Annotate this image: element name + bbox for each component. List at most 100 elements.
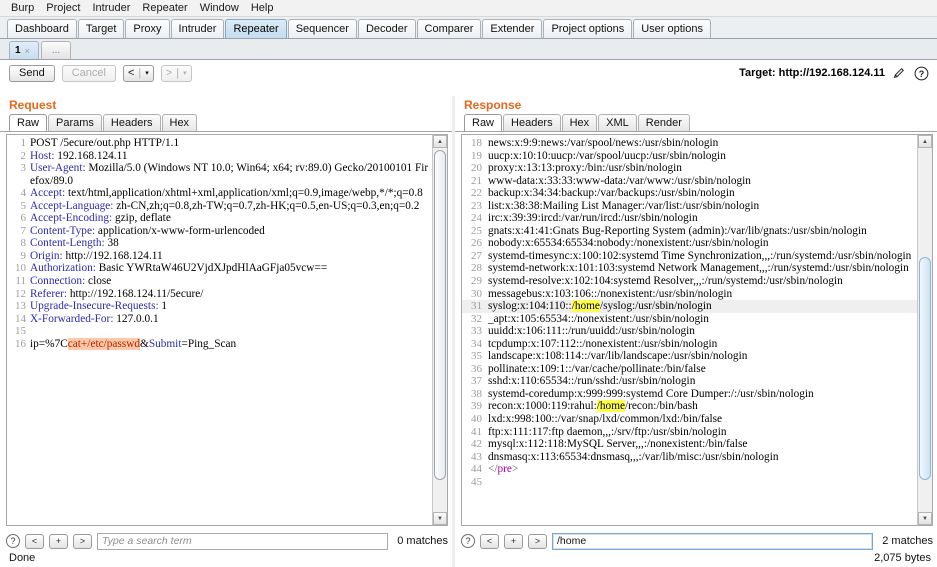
- line-text: ftp:x:111:117:ftp daemon,,,:/srv/ftp:/us…: [488, 426, 917, 439]
- tab-user-options[interactable]: User options: [633, 19, 711, 38]
- text-segment: POST /5ecure/out.php HTTP/1.1: [30, 137, 180, 149]
- editor-line: 21 www-data:x:33:33:www-data:/var/www:/us…: [462, 175, 917, 188]
- request-title: Request: [9, 98, 57, 112]
- text-segment: backup:x:34:34:backup:/var/backups:/usr/…: [488, 187, 735, 200]
- text-segment: zh-CN,zh;q=0.8,zh-TW;q=0.7,zh-HK;q=0.5,e…: [113, 199, 420, 212]
- text-segment: Accept:: [30, 187, 66, 200]
- line-number: 10: [15, 262, 26, 275]
- editor-line: 6 Accept-Encoding: gzip, deflate: [7, 212, 432, 225]
- menu-item-burp[interactable]: Burp: [5, 1, 40, 15]
- line-number: 15: [15, 325, 26, 338]
- menu-item-window[interactable]: Window: [194, 1, 245, 15]
- line-number: 9: [20, 249, 27, 262]
- editor-line: 36 pollinate:x:109:1::/var/cache/pollinat…: [462, 363, 917, 376]
- menu-item-intruder[interactable]: Intruder: [87, 1, 137, 15]
- line-text: X-Forwarded-For: 127.0.0.1: [30, 313, 432, 326]
- response-vertical-scrollbar[interactable]: ▲ ▼: [917, 135, 932, 525]
- scrollbar-thumb[interactable]: [919, 257, 931, 480]
- line-number: 26: [471, 237, 482, 250]
- text-segment: lxd:x:998:100::/var/snap/lxd/common/lxd:…: [488, 413, 723, 426]
- tab-extender[interactable]: Extender: [482, 19, 543, 38]
- tab-proxy[interactable]: Proxy: [125, 19, 170, 38]
- question-icon[interactable]: ?: [6, 534, 20, 548]
- tab-target[interactable]: Target: [77, 19, 125, 38]
- scroll-up-icon[interactable]: ▲: [918, 135, 932, 148]
- chevron-down-icon[interactable]: ▾: [145, 69, 149, 77]
- response-editor-container: 18 news:x:9:9:news:/var/spool/news:/usr/s…: [461, 134, 933, 526]
- find-add-button[interactable]: +: [49, 533, 68, 549]
- request-tab-params[interactable]: Params: [48, 114, 102, 131]
- response-tab-render[interactable]: Render: [637, 114, 690, 131]
- line-number: 38: [471, 387, 482, 400]
- request-tab-hex[interactable]: Hex: [161, 114, 198, 131]
- line-number: 16: [15, 337, 26, 350]
- response-search-input[interactable]: /home: [552, 532, 874, 550]
- line-number: 43: [471, 450, 482, 463]
- line-text: mysql:x:112:118:MySQL Server,,,:/nonexis…: [488, 438, 917, 451]
- go-forward-button[interactable]: > | ▾: [160, 64, 192, 82]
- menu-item-repeater[interactable]: Repeater: [136, 1, 193, 15]
- request-editor[interactable]: 1 POST /5ecure/out.php HTTP/1.1 2 Host: 192…: [7, 135, 432, 525]
- menu-item-project[interactable]: Project: [40, 1, 86, 15]
- close-icon[interactable]: ×: [25, 46, 30, 56]
- request-tab-headers[interactable]: Headers: [102, 114, 161, 131]
- tab-project-options[interactable]: Project options: [543, 19, 633, 38]
- text-segment: nobody:x:65534:65534:nobody:/nonexistent…: [488, 237, 769, 250]
- menu-item-help[interactable]: Help: [245, 1, 280, 15]
- find-prev-button[interactable]: <: [480, 533, 499, 549]
- tab-decoder[interactable]: Decoder: [357, 19, 416, 38]
- editor-line: 9 Origin: http://192.168.124.11: [7, 250, 432, 263]
- text-segment: ip=%7C: [30, 337, 68, 350]
- find-add-button[interactable]: +: [504, 533, 523, 549]
- tab-sequencer[interactable]: Sequencer: [287, 19, 357, 38]
- response-tab-headers[interactable]: Headers: [503, 114, 561, 131]
- text-segment: landscape:x:108:114::/var/lib/landscape:…: [488, 350, 748, 363]
- text-segment: pollinate:x:109:1::/var/cache/pollinate:…: [488, 362, 706, 375]
- go-back-button[interactable]: < | ▾: [122, 64, 154, 82]
- request-tab-raw[interactable]: Raw: [9, 114, 48, 131]
- request-search-input[interactable]: Type a search term: [97, 532, 389, 550]
- scroll-down-icon[interactable]: ▼: [433, 512, 447, 525]
- line-number: 4: [20, 187, 27, 200]
- pencil-icon[interactable]: [891, 65, 907, 81]
- response-tab-xml[interactable]: XML: [598, 114, 637, 131]
- text-segment: >: [511, 463, 519, 476]
- find-next-button[interactable]: >: [528, 533, 547, 549]
- text-segment: http://192.168.124.11: [62, 249, 163, 262]
- find-next-button[interactable]: >: [73, 533, 92, 549]
- text-segment: www-data:x:33:33:www-data:/var/www:/usr/…: [488, 174, 751, 187]
- text-segment: /syslog:/usr/sbin/nologin: [599, 300, 712, 313]
- line-text: news:x:9:9:news:/var/spool/news:/usr/sbi…: [488, 137, 917, 150]
- tab-intruder[interactable]: Intruder: [170, 19, 225, 38]
- question-icon[interactable]: ?: [461, 534, 475, 548]
- repeater-new-tab-button[interactable]: ...: [41, 41, 71, 59]
- text-segment: uucp:x:10:10:uucp:/var/spool/uucp:/usr/s…: [488, 149, 726, 162]
- send-button[interactable]: Send: [9, 64, 55, 82]
- repeater-tab-1[interactable]: 1 ×: [9, 41, 39, 59]
- response-editor[interactable]: 18 news:x:9:9:news:/var/spool/news:/usr/s…: [462, 135, 917, 525]
- cancel-button[interactable]: Cancel: [61, 64, 116, 82]
- line-text: Referer: http://192.168.124.11/5ecure/: [30, 288, 432, 301]
- scrollbar-thumb[interactable]: [434, 150, 446, 480]
- scroll-up-icon[interactable]: ▲: [433, 135, 447, 148]
- line-text: Origin: http://192.168.124.11: [30, 250, 432, 263]
- find-prev-button[interactable]: <: [25, 533, 44, 549]
- chevron-down-icon[interactable]: ▾: [183, 69, 187, 77]
- scroll-down-icon[interactable]: ▼: [918, 512, 932, 525]
- text-segment: dnsmasq:x:113:65534:dnsmasq,,,:/var/lib/…: [488, 450, 779, 463]
- tab-comparer[interactable]: Comparer: [416, 19, 482, 38]
- line-text: backup:x:34:34:backup:/var/backups:/usr/…: [488, 187, 917, 200]
- question-icon[interactable]: ?: [913, 65, 929, 81]
- tab-repeater[interactable]: Repeater: [225, 19, 287, 38]
- editor-line: 3 User-Agent: Mozilla/5.0 (Windows NT 10.…: [7, 162, 432, 187]
- line-number: 39: [471, 400, 482, 413]
- editor-line: 25 gnats:x:41:41:Gnats Bug-Reporting Syst…: [462, 225, 917, 238]
- request-vertical-scrollbar[interactable]: ▲ ▼: [432, 135, 447, 525]
- editor-line: 24 irc:x:39:39:ircd:/var/run/ircd:/usr/sb…: [462, 212, 917, 225]
- text-segment: Mozilla/5.0 (Windows NT 10.0; Win64; x64…: [30, 162, 429, 187]
- text-segment: Content-Type:: [30, 224, 96, 237]
- response-match-count: 2 matches: [882, 535, 933, 547]
- tab-dashboard[interactable]: Dashboard: [7, 19, 77, 38]
- response-tab-raw[interactable]: Raw: [464, 114, 503, 131]
- response-tab-hex[interactable]: Hex: [561, 114, 598, 131]
